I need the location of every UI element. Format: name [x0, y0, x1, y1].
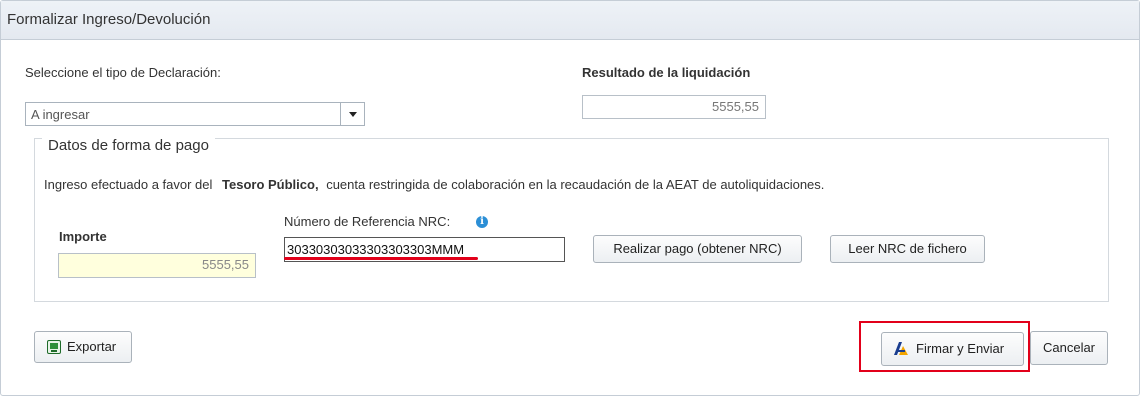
export-icon — [47, 340, 61, 354]
info-circle-icon[interactable]: i — [476, 216, 488, 228]
declaration-type-select[interactable]: A ingresar — [25, 102, 365, 126]
dialog-titlebar: Formalizar Ingreso/Devolución — [1, 1, 1139, 40]
payment-info-text: Ingreso efectuado a favor del Tesoro Púb… — [44, 177, 824, 192]
payment-info-prefix: Ingreso efectuado a favor del — [44, 177, 213, 192]
realizar-pago-button[interactable]: Realizar pago (obtener NRC) — [593, 235, 802, 263]
dialog-title: Formalizar Ingreso/Devolución — [7, 11, 211, 28]
cancel-button[interactable]: Cancelar — [1030, 331, 1108, 365]
result-value-field: 5555,55 — [582, 95, 766, 119]
importe-label: Importe — [59, 229, 107, 244]
payment-info-bold: Tesoro Público, — [222, 177, 319, 192]
declaration-type-value: A ingresar — [31, 107, 90, 122]
caret-down-icon — [349, 112, 357, 117]
result-label: Resultado de la liquidación — [582, 65, 751, 80]
payment-legend: Datos de forma de pago — [42, 137, 215, 154]
firmar-highlight-box — [859, 321, 1030, 372]
select-dropdown-button[interactable] — [340, 103, 364, 125]
nrc-label: Número de Referencia NRC: — [284, 214, 451, 229]
declaration-type-label: Seleccione el tipo de Declaración: — [25, 65, 221, 80]
leer-nrc-button[interactable]: Leer NRC de fichero — [830, 235, 985, 263]
importe-field: 5555,55 — [58, 253, 256, 278]
payment-info-suffix: cuenta restringida de colaboración en la… — [326, 177, 825, 192]
nrc-highlight-underline — [284, 257, 478, 260]
formalizar-dialog: Formalizar Ingreso/Devolución Seleccione… — [0, 0, 1140, 396]
export-button-label: Exportar — [67, 339, 117, 354]
